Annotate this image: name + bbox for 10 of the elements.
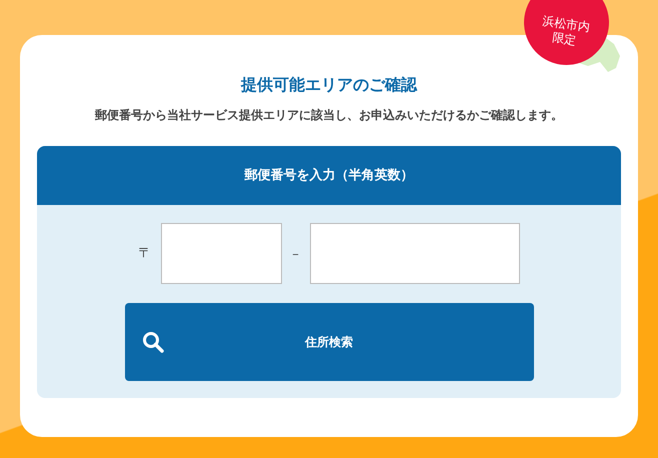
panel-title: 郵便番号を入力（半角英数） <box>244 166 414 185</box>
postal-code-field[interactable] <box>310 223 520 284</box>
subtitle: 郵便番号から当社サービス提供エリアに該当し、お申込みいただけるかご確認します。 <box>95 107 563 124</box>
postal-mark: 〒 <box>138 244 152 263</box>
search-icon <box>142 331 164 353</box>
title: 提供可能エリアのご確認 <box>241 74 417 96</box>
search-button[interactable]: 住所検索 <box>124 303 534 381</box>
badge-text: 限定 <box>551 30 578 48</box>
separator: － <box>290 246 302 262</box>
postal-code-field[interactable] <box>160 223 282 284</box>
